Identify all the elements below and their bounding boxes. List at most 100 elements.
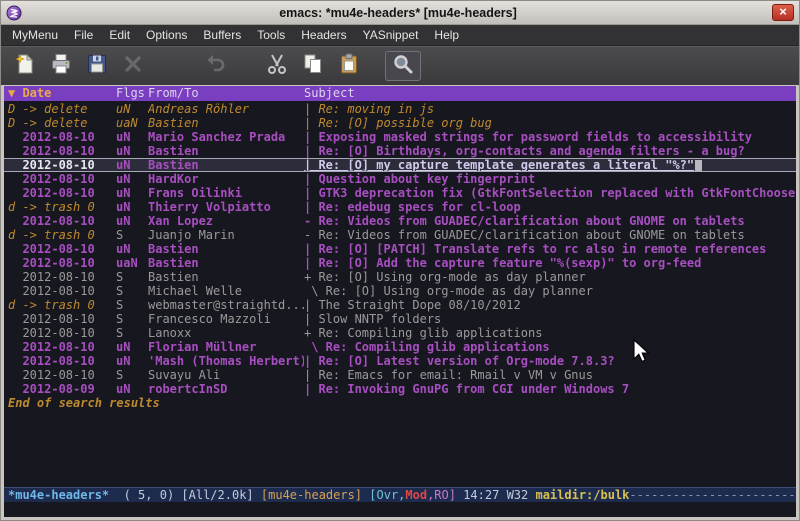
print-button[interactable] <box>43 51 79 81</box>
headers-column-bar[interactable]: ▼ DateFlgsFrom/ToSubject <box>4 86 796 101</box>
cut-icon <box>265 52 289 81</box>
minibuffer[interactable] <box>4 502 796 517</box>
headers-buffer[interactable]: D -> deleteuNAndreas Röhler| Re: moving … <box>4 101 796 487</box>
message-date: 2012-08-10 <box>8 256 116 270</box>
message-row[interactable]: 2012-08-10uNBastien| Re: [O] my capture … <box>4 158 796 172</box>
paste-button[interactable] <box>331 51 367 81</box>
message-subject: | Exposing masked strings for password f… <box>304 130 796 144</box>
message-row[interactable]: 2012-08-10SSuvayu Ali| Re: Emacs for ema… <box>4 368 796 382</box>
modeline-buffer-name: *mu4e-headers* <box>8 488 109 502</box>
emacs-frame: ▼ DateFlgsFrom/ToSubject D -> deleteuNAn… <box>1 85 799 520</box>
menu-item-headers[interactable]: Headers <box>293 26 354 44</box>
message-date: 2012-08-10 <box>8 186 116 200</box>
menu-item-mymenu[interactable]: MyMenu <box>4 26 66 44</box>
toolbar <box>1 46 799 85</box>
message-row[interactable]: 2012-08-10uNFlorian Müllner \ Re: Compil… <box>4 340 796 354</box>
message-row[interactable]: 2012-08-10uNMario Sanchez Prada| Exposin… <box>4 130 796 144</box>
message-subject: - Re: Videos from GUADEC/clarification a… <box>304 214 796 228</box>
menu-item-help[interactable]: Help <box>426 26 467 44</box>
message-row[interactable]: D -> deleteuNAndreas Röhler| Re: moving … <box>4 102 796 116</box>
message-row[interactable]: 2012-08-10uNBastien| Re: [O] [PATCH] Tra… <box>4 242 796 256</box>
message-subject: | The Straight Dope 08/10/2012 <box>304 298 796 312</box>
new-file-button[interactable] <box>7 51 43 81</box>
new-file-icon <box>13 52 37 81</box>
search-button[interactable] <box>385 51 421 81</box>
message-flags: uN <box>116 144 148 158</box>
copy-icon <box>301 52 325 81</box>
message-from: Bastien <box>148 116 304 130</box>
message-row[interactable]: d -> trash 0Swebmaster@straightd...| The… <box>4 298 796 312</box>
message-row[interactable]: d -> trash 0uNThierry Volpiatto| Re: ede… <box>4 200 796 214</box>
column-header-date[interactable]: ▼ Date <box>8 86 116 101</box>
message-flags: uN <box>116 130 148 144</box>
message-flags: uN <box>116 186 148 200</box>
message-subject: | Re: [O] [PATCH] Translate refs to rc a… <box>304 242 796 256</box>
paste-icon <box>337 52 361 81</box>
column-header-from[interactable]: From/To <box>148 86 304 101</box>
undo-icon <box>203 52 227 81</box>
message-date: 2012-08-10 <box>8 242 116 256</box>
message-row[interactable]: d -> trash 0SJuanjo Marin- Re: Videos fr… <box>4 228 796 242</box>
message-flags: uN <box>116 159 148 171</box>
undo-button[interactable] <box>197 51 233 81</box>
menu-item-options[interactable]: Options <box>138 26 195 44</box>
titlebar[interactable]: emacs: *mu4e-headers* [mu4e-headers] × <box>1 1 799 25</box>
message-row[interactable]: 2012-08-10SMichael Welle \ Re: [O] Using… <box>4 284 796 298</box>
modeline[interactable]: *mu4e-headers* ( 5, 0) [All/2.0k] [mu4e-… <box>4 487 796 502</box>
message-row[interactable]: 2012-08-10SLanoxx+ Re: Compiling glib ap… <box>4 326 796 340</box>
modeline-overwrite-flag: [Ovr, <box>369 488 405 502</box>
message-row[interactable]: 2012-08-10uNHardKor| Question about key … <box>4 172 796 186</box>
save-icon <box>85 52 109 81</box>
message-date: 2012-08-10 <box>8 312 116 326</box>
message-from: Bastien <box>148 159 304 171</box>
menu-item-edit[interactable]: Edit <box>101 26 138 44</box>
message-row[interactable]: D -> deleteuaNBastien| Re: [O] possible … <box>4 116 796 130</box>
menu-item-file[interactable]: File <box>66 26 101 44</box>
menu-item-tools[interactable]: Tools <box>249 26 293 44</box>
end-of-search-results: End of search results <box>4 396 796 411</box>
message-from: Lanoxx <box>148 326 304 340</box>
modeline-major-mode: [mu4e-headers] <box>261 488 369 502</box>
headers-list: D -> deleteuNAndreas Röhler| Re: moving … <box>4 102 796 396</box>
message-flags: uN <box>116 102 148 116</box>
message-row[interactable]: 2012-08-10uaNBastien| Re: [O] Add the ca… <box>4 256 796 270</box>
message-row[interactable]: 2012-08-09uNrobertcInSD| Re: Invoking Gn… <box>4 382 796 396</box>
close-buffer-button[interactable] <box>115 51 151 81</box>
message-flags: S <box>116 228 148 242</box>
cut-button[interactable] <box>259 51 295 81</box>
message-flags: S <box>116 326 148 340</box>
message-subject: - Re: Videos from GUADEC/clarification a… <box>304 228 796 242</box>
message-from: webmaster@straightd... <box>148 298 304 312</box>
close-buffer-icon <box>121 52 145 81</box>
message-row[interactable]: 2012-08-10uNXan Lopez- Re: Videos from G… <box>4 214 796 228</box>
message-subject: | Question about key fingerprint <box>304 172 796 186</box>
message-from: robertcInSD <box>148 382 304 396</box>
message-row[interactable]: 2012-08-10SBastien+ Re: [O] Using org-mo… <box>4 270 796 284</box>
window-close-button[interactable]: × <box>772 4 794 21</box>
column-header-subject[interactable]: Subject <box>304 86 796 101</box>
message-subject: | Re: Invoking GnuPG from CGI under Wind… <box>304 382 796 396</box>
copy-button[interactable] <box>295 51 331 81</box>
message-row[interactable]: 2012-08-10uN'Mash (Thomas Herbert)| Re: … <box>4 354 796 368</box>
message-subject: + Re: [O] Using org-mode as day planner <box>304 270 796 284</box>
message-from: Thierry Volpiatto <box>148 200 304 214</box>
message-row[interactable]: 2012-08-10uNBastien| Re: [O] Birthdays, … <box>4 144 796 158</box>
modeline-modified-flag: Mod <box>405 488 427 502</box>
message-from: Bastien <box>148 144 304 158</box>
point-cursor <box>695 160 702 171</box>
column-header-flags[interactable]: Flgs <box>116 86 148 101</box>
message-date: 2012-08-10 <box>8 130 116 144</box>
message-flags: uaN <box>116 256 148 270</box>
menu-item-buffers[interactable]: Buffers <box>195 26 249 44</box>
message-date: 2012-08-10 <box>8 284 116 298</box>
message-flags: uN <box>116 382 148 396</box>
message-row[interactable]: 2012-08-10uNFrans Oilinki| GTK3 deprecat… <box>4 186 796 200</box>
menu-item-yasnippet[interactable]: YASnippet <box>355 26 427 44</box>
message-from: Bastien <box>148 270 304 284</box>
message-row[interactable]: 2012-08-10SFrancesco Mazzoli| Slow NNTP … <box>4 312 796 326</box>
save-button[interactable] <box>79 51 115 81</box>
modeline-readonly-flag: ,RO] <box>427 488 463 502</box>
message-from: Suvayu Ali <box>148 368 304 382</box>
message-subject: | Re: Emacs for email: Rmail v VM v Gnus <box>304 368 796 382</box>
message-subject: \ Re: Compiling glib applications <box>304 340 796 354</box>
